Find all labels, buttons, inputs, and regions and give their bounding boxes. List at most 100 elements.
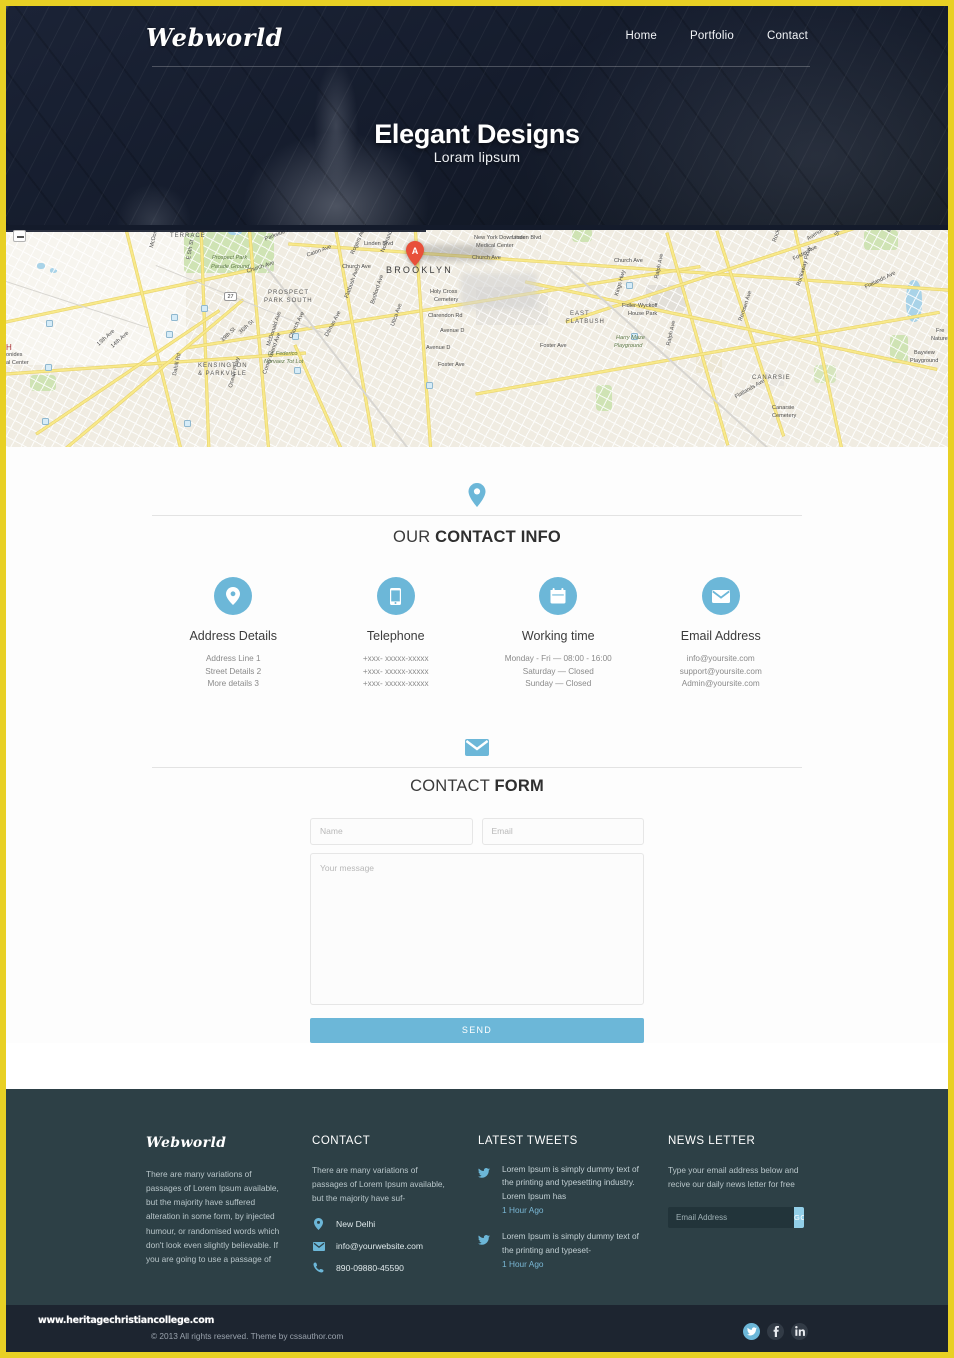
card-line: Street Details 2 bbox=[205, 666, 262, 676]
contact-info-header: OUR CONTACT INFO bbox=[6, 483, 948, 547]
card-title: Working time bbox=[521, 629, 595, 643]
message-textarea[interactable] bbox=[310, 852, 644, 1005]
footer-about-text: There are many variations of passages of… bbox=[146, 1168, 280, 1264]
footer-contact-heading: CONTACT bbox=[312, 1134, 371, 1147]
footer-contact-item-email: info@yourwebsite.com bbox=[312, 1241, 452, 1251]
location-map[interactable]: 27 TERRACE Prospect Park Parade Ground P… bbox=[6, 225, 948, 447]
tweet-text-block: Lorem Ipsum is simply dummy text of the … bbox=[502, 1163, 642, 1218]
map-pin-icon bbox=[214, 577, 253, 615]
map-marker-letter: A bbox=[412, 246, 419, 256]
facebook-icon[interactable] bbox=[767, 1322, 784, 1340]
watermark-text: www.heritagechristiancollege.com bbox=[38, 1314, 215, 1326]
card-line: More details 3 bbox=[207, 679, 259, 689]
card-line: Sunday — Closed bbox=[525, 679, 592, 689]
contact-info-columns: Address Details Address Line 1 Street De… bbox=[152, 577, 802, 691]
card-line: +xxx- xxxxx-xxxxx bbox=[362, 654, 429, 663]
card-line: Monday - Fri — 08:00 - 16:00 bbox=[504, 654, 612, 663]
tweet-item: Lorem Ipsum is simply dummy text of the … bbox=[478, 1230, 642, 1271]
hero-banner: Webworld Home Portfolio Contact Elegant … bbox=[6, 6, 948, 225]
email-input[interactable] bbox=[481, 817, 644, 845]
nav-item-home[interactable]: Home bbox=[625, 30, 656, 42]
map-marker-a[interactable]: A bbox=[406, 241, 424, 266]
tweet-text: Lorem Ipsum is simply dummy text of the … bbox=[502, 1231, 639, 1255]
twitter-icon bbox=[478, 1230, 491, 1271]
card-title: Telephone bbox=[366, 629, 425, 643]
send-button[interactable]: SEND bbox=[310, 1017, 644, 1043]
name-input[interactable] bbox=[310, 817, 473, 845]
footer-newsletter-column: NEWS LETTER Type your email address belo… bbox=[668, 1135, 808, 1285]
header-rule bbox=[152, 767, 802, 769]
card-line: +xxx- xxxxx-xxxxx bbox=[362, 679, 429, 689]
footer-contact-column: CONTACT There are many variations of pas… bbox=[312, 1135, 452, 1285]
tweet-timestamp: 1 Hour Ago bbox=[502, 1259, 544, 1270]
contact-form-title-light: CONTACT bbox=[410, 776, 495, 795]
contact-info-card-working-time: Working time Monday - Fri — 08:00 - 16:0… bbox=[477, 577, 640, 691]
contact-form-title-bold: FORM bbox=[494, 776, 544, 795]
twitter-icon[interactable] bbox=[743, 1322, 760, 1340]
linkedin-icon[interactable] bbox=[791, 1322, 808, 1340]
envelope-icon bbox=[312, 1241, 325, 1251]
footer-newsletter-text: Type your email address below and recive… bbox=[668, 1164, 799, 1189]
map-zoom-out-button[interactable] bbox=[13, 230, 26, 242]
tweet-timestamp: 1 Hour Ago bbox=[502, 1205, 544, 1215]
contact-info-title-bold: CONTACT INFO bbox=[435, 528, 561, 546]
contact-info-card-email: Email Address info@yoursite.com support@… bbox=[640, 577, 803, 691]
tweet-item: Lorem Ipsum is simply dummy text of the … bbox=[478, 1163, 642, 1218]
newsletter-go-button[interactable]: GO bbox=[794, 1207, 804, 1229]
footer-tweets-heading: LATEST TWEETS bbox=[478, 1134, 578, 1147]
footer-contact-value[interactable]: info@yourwebsite.com bbox=[336, 1241, 423, 1251]
contact-info-title-light: OUR bbox=[393, 528, 436, 546]
main-navigation: Home Portfolio Contact bbox=[625, 30, 808, 42]
footer-contact-item-location: New Delhi bbox=[312, 1218, 452, 1231]
footer-newsletter-heading: NEWS LETTER bbox=[668, 1134, 756, 1147]
nav-item-portfolio[interactable]: Portfolio bbox=[690, 30, 734, 42]
map-top-shadow bbox=[6, 225, 948, 230]
twitter-icon bbox=[478, 1163, 491, 1218]
contact-form-header: CONTACT FORM bbox=[6, 738, 948, 796]
header-divider bbox=[152, 66, 810, 67]
hero-subtitle: Loram lipsum bbox=[433, 149, 521, 165]
site-footer: Webworld There are many variations of pa… bbox=[6, 1088, 948, 1305]
contact-form: SEND bbox=[310, 817, 644, 1043]
calendar-icon bbox=[539, 577, 578, 615]
footer-contact-list: New Delhi info@yourwebsite.com 890-09880… bbox=[312, 1218, 452, 1273]
card-line: Address Line 1 bbox=[205, 654, 261, 663]
newsletter-email-input[interactable] bbox=[668, 1207, 794, 1229]
header-rule bbox=[152, 515, 802, 516]
contact-form-section: CONTACT FORM SEND bbox=[6, 738, 948, 1043]
route-shield: 27 bbox=[224, 292, 237, 301]
footer-contact-item-phone: 890-09880-45590 bbox=[312, 1262, 452, 1273]
contact-info-title: OUR CONTACT INFO bbox=[6, 528, 948, 547]
form-top-row bbox=[310, 817, 644, 845]
nav-item-contact[interactable]: Contact bbox=[767, 30, 808, 42]
envelope-icon bbox=[451, 738, 503, 756]
newsletter-form: GO bbox=[668, 1207, 804, 1229]
social-links bbox=[743, 1322, 808, 1340]
map-pin-icon bbox=[454, 483, 500, 507]
contact-info-card-telephone: Telephone +xxx- xxxxx-xxxxx +xxx- xxxxx-… bbox=[315, 577, 478, 691]
page-container: Webworld Home Portfolio Contact Elegant … bbox=[6, 6, 948, 1352]
site-logo[interactable]: Webworld bbox=[146, 23, 283, 52]
card-line: Admin@yoursite.com bbox=[681, 679, 760, 689]
phone-icon bbox=[376, 577, 415, 615]
card-title: Address Details bbox=[189, 629, 278, 643]
footer-tweets-column: LATEST TWEETS Lorem Ipsum is simply dumm… bbox=[478, 1135, 642, 1285]
hero-title: Elegant Designs bbox=[374, 119, 580, 149]
card-line: info@yoursite.com bbox=[686, 654, 755, 663]
card-line: +xxx- xxxxx-xxxxx bbox=[362, 666, 429, 676]
footer-columns: Webworld There are many variations of pa… bbox=[146, 1135, 808, 1285]
bottom-bar: www.heritagechristiancollege.com © 2013 … bbox=[6, 1304, 948, 1352]
map-pin-icon bbox=[312, 1218, 325, 1231]
footer-logo[interactable]: Webworld bbox=[146, 1135, 286, 1151]
contact-form-title: CONTACT FORM bbox=[6, 777, 948, 796]
card-line: Saturday — Closed bbox=[522, 666, 594, 676]
phone-icon bbox=[312, 1262, 325, 1273]
footer-contact-value: 890-09880-45590 bbox=[336, 1262, 404, 1273]
footer-about-column: Webworld There are many variations of pa… bbox=[146, 1135, 286, 1285]
card-line: support@yoursite.com bbox=[679, 666, 762, 676]
copyright-text: © 2013 All rights reserved. Theme by css… bbox=[151, 1330, 344, 1341]
envelope-icon bbox=[701, 577, 740, 615]
footer-contact-value: New Delhi bbox=[336, 1219, 376, 1230]
card-title: Email Address bbox=[680, 629, 761, 643]
contact-info-card-address: Address Details Address Line 1 Street De… bbox=[152, 577, 315, 691]
